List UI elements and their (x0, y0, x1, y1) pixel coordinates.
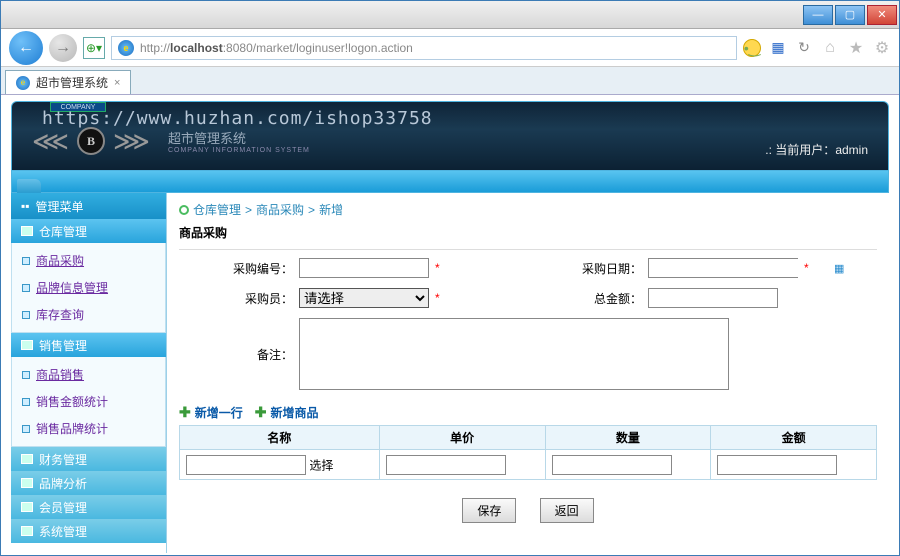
main-content: 仓库管理 > 商品采购 > 新增 商品采购 采购编号： * 采购日期： ▦ * (167, 193, 889, 553)
select-product-link[interactable]: 选择 (309, 458, 333, 472)
calendar-icon[interactable]: ▦ (834, 262, 844, 275)
select-purchaser[interactable]: 请选择 (299, 288, 429, 308)
current-user: .: 当前用户：admin (765, 141, 868, 158)
item-stock-query[interactable]: 库存查询 (12, 301, 165, 328)
folder-icon (21, 226, 33, 236)
cell-price-input[interactable] (386, 455, 506, 475)
label-purchase-no: 采购编号： (179, 260, 299, 277)
folder-tab-icon (17, 179, 41, 193)
item-goods-sale[interactable]: 商品销售 (12, 361, 165, 388)
sidebar-group-1[interactable]: 销售管理 (11, 333, 166, 357)
back-button[interactable]: ← (9, 31, 43, 65)
bullet-icon (22, 311, 30, 319)
folder-icon (21, 478, 33, 488)
ie-icon: e (118, 40, 134, 56)
close-button[interactable]: ✕ (867, 5, 897, 25)
browser-tabs: e 超市管理系统 × (1, 67, 899, 95)
input-purchase-no[interactable] (299, 258, 429, 278)
folder-icon (21, 340, 33, 350)
col-name: 名称 (180, 426, 380, 450)
tab-current[interactable]: e 超市管理系统 × (5, 70, 131, 94)
home-icon[interactable]: ⌂ (821, 39, 839, 57)
cell-qty-input[interactable] (552, 455, 672, 475)
favorites-icon[interactable]: ★ (847, 39, 865, 57)
cell-name-input[interactable] (186, 455, 306, 475)
bullet-icon (22, 284, 30, 292)
link-add-product[interactable]: ✚新增商品 (255, 404, 319, 421)
bullet-icon (22, 398, 30, 406)
label-purchaser: 采购员： (179, 290, 299, 307)
add-icon: ✚ (255, 404, 267, 421)
add-icon: ✚ (179, 404, 191, 421)
ie-icon: e (16, 76, 30, 90)
item-sale-amount[interactable]: 销售金额统计 (12, 388, 165, 415)
forward-button[interactable]: → (49, 34, 77, 62)
input-total[interactable] (648, 288, 778, 308)
table-row: 选择 (180, 450, 877, 480)
address-bar[interactable]: e http://localhost:8080/market/loginuser… (111, 36, 737, 60)
section-title: 商品采购 (179, 224, 877, 241)
app-toolbar (11, 171, 889, 193)
sidebar-group-3[interactable]: 品牌分析 (11, 471, 166, 495)
tab-close-icon[interactable]: × (114, 77, 120, 89)
emoji-icon[interactable]: •‿ (743, 39, 761, 57)
bullet-icon (22, 425, 30, 433)
folder-icon (21, 454, 33, 464)
folder-icon (21, 502, 33, 512)
label-purchase-date: 采购日期： (528, 260, 648, 277)
back-button-form[interactable]: 返回 (540, 498, 594, 523)
brand-badge: B (77, 127, 105, 155)
items-grid: 名称 单价 数量 金额 选择 (179, 425, 877, 480)
sidebar: ▪▪管理菜单 仓库管理商品采购品牌信息管理库存查询销售管理商品销售销售金额统计销… (11, 193, 167, 553)
bullet-icon (22, 371, 30, 379)
textarea-remark[interactable] (299, 318, 729, 390)
label-remark: 备注： (179, 346, 299, 363)
sidebar-group-4[interactable]: 会员管理 (11, 495, 166, 519)
bullet-icon (22, 257, 30, 265)
minimize-button[interactable]: — (803, 5, 833, 25)
refresh-icon[interactable]: ↻ (795, 39, 813, 57)
wing-left-icon: ⋘ (32, 126, 69, 157)
breadcrumb: 仓库管理 > 商品采购 > 新增 (179, 201, 877, 218)
folder-icon (21, 526, 33, 536)
col-amount: 金额 (711, 426, 877, 450)
wing-right-icon: ⋙ (113, 126, 150, 157)
security-shield-icon[interactable]: ⊕▾ (83, 37, 105, 59)
browser-nav: ← → ⊕▾ e http://localhost:8080/market/lo… (1, 29, 899, 67)
label-total: 总金额： (528, 290, 648, 307)
sidebar-menu-header: ▪▪管理菜单 (11, 193, 166, 219)
watermark: https://www.huzhan.com/ishop33758 (42, 108, 433, 129)
col-qty: 数量 (545, 426, 711, 450)
link-add-row[interactable]: ✚新增一行 (179, 404, 243, 421)
maximize-button[interactable]: ▢ (835, 5, 865, 25)
sidebar-group-2[interactable]: 财务管理 (11, 447, 166, 471)
item-goods-purchase[interactable]: 商品采购 (12, 247, 165, 274)
compat-icon[interactable]: ▦ (769, 39, 787, 57)
tools-gear-icon[interactable]: ⚙ (873, 39, 891, 57)
window-titlebar: — ▢ ✕ (1, 1, 899, 29)
item-sale-brand[interactable]: 销售品牌统计 (12, 415, 165, 442)
sidebar-group-0[interactable]: 仓库管理 (11, 219, 166, 243)
col-price: 单价 (379, 426, 545, 450)
save-button[interactable]: 保存 (462, 498, 516, 523)
breadcrumb-icon (179, 205, 189, 215)
sidebar-group-5[interactable]: 系统管理 (11, 519, 166, 543)
cell-amount-input[interactable] (717, 455, 837, 475)
app-header: COMPANY https://www.huzhan.com/ishop3375… (11, 101, 889, 171)
item-brand-info[interactable]: 品牌信息管理 (12, 274, 165, 301)
